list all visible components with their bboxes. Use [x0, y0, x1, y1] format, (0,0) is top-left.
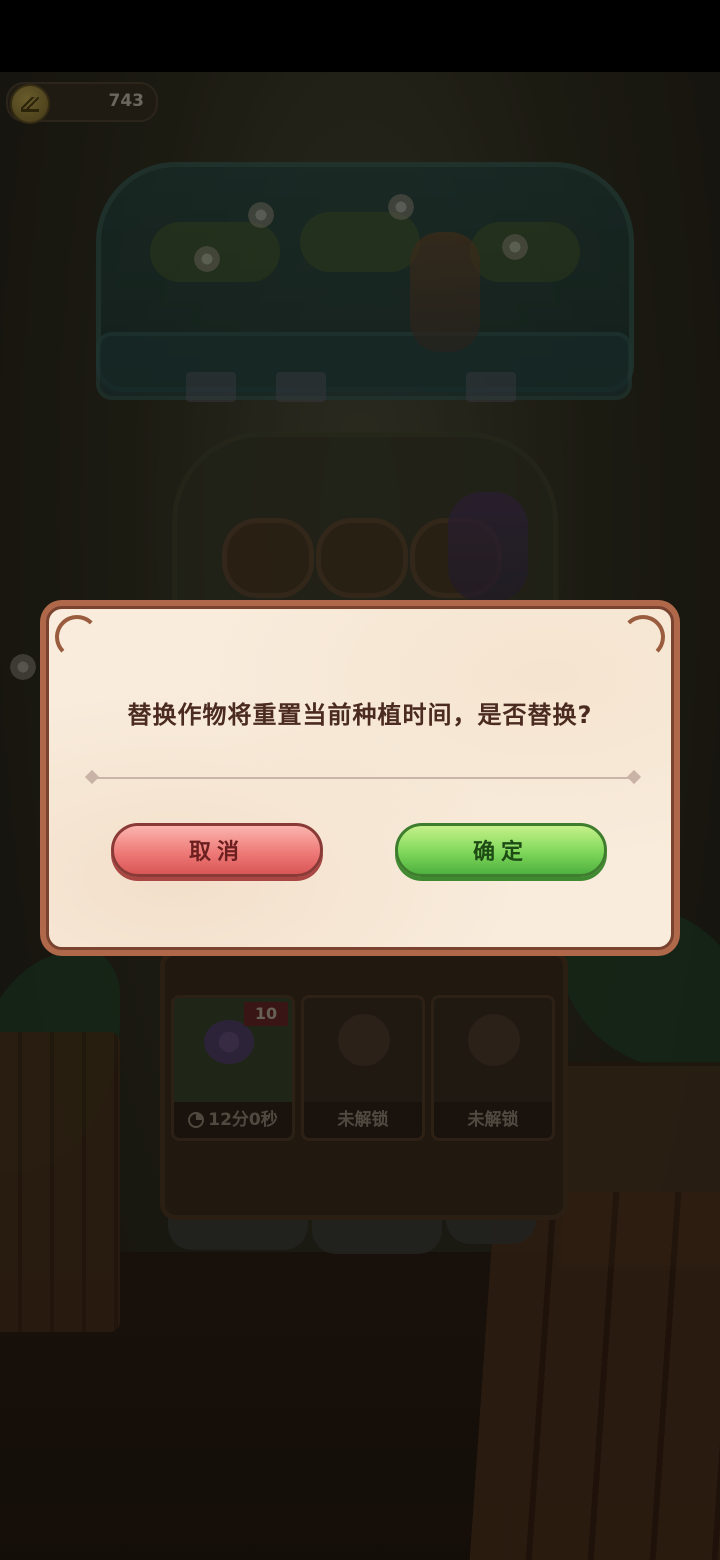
dialog-message: 替换作物将重置当前种植时间，是否替换?	[127, 701, 593, 729]
dialog-panel: 替换作物将重置当前种植时间，是否替换? 取消 确定	[46, 606, 674, 950]
cancel-button[interactable]: 取消	[111, 823, 323, 877]
confirm-button[interactable]: 确定	[395, 823, 607, 877]
replace-crop-dialog: 替换作物将重置当前种植时间，是否替换? 取消 确定	[40, 600, 680, 956]
divider	[93, 777, 633, 779]
corner-ornament-icon	[621, 615, 665, 659]
corner-ornament-icon	[55, 615, 99, 659]
